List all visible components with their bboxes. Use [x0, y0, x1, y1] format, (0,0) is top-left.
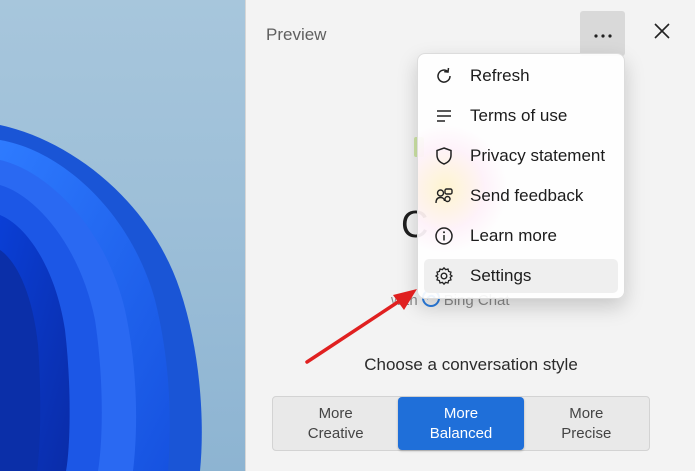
close-button[interactable] [643, 14, 681, 52]
menu-item-label: Terms of use [470, 106, 568, 125]
style-option-balanced[interactable]: More Balanced [398, 397, 524, 450]
shield-icon [433, 145, 455, 167]
style-option-line1: More [318, 404, 353, 422]
gear-icon [433, 265, 455, 287]
list-lines-icon [433, 105, 455, 127]
more-horizontal-icon [593, 25, 612, 43]
menu-item-label: Learn more [470, 226, 557, 245]
info-icon [433, 225, 455, 247]
style-option-line1: More [443, 404, 479, 422]
style-option-line2: Balanced [429, 424, 493, 442]
menu-item-privacy-statement[interactable]: Privacy statement [424, 139, 618, 173]
menu-item-terms-of-use[interactable]: Terms of use [424, 99, 618, 133]
style-option-creative[interactable]: More Creative [273, 397, 398, 450]
desktop-wallpaper [0, 0, 245, 471]
more-options-menu: Refresh Terms of use Privacy statement S… [417, 53, 625, 299]
with-text: with [391, 291, 418, 309]
close-icon [654, 22, 670, 44]
menu-item-send-feedback[interactable]: Send feedback [424, 179, 618, 213]
refresh-icon [433, 65, 455, 87]
conversation-style-selector: More Creative More Balanced More Precise [272, 396, 650, 451]
panel-title: Preview [266, 25, 327, 44]
style-option-line1: More [569, 404, 604, 422]
menu-item-label: Send feedback [470, 186, 584, 205]
menu-item-label: Refresh [470, 66, 530, 85]
feedback-icon [433, 185, 455, 207]
menu-item-label: Settings [470, 266, 532, 285]
conversation-style-label: Choose a conversation style [364, 355, 578, 374]
menu-item-settings[interactable]: Settings [424, 259, 618, 293]
menu-item-refresh[interactable]: Refresh [424, 59, 618, 93]
menu-item-learn-more[interactable]: Learn more [424, 219, 618, 253]
style-option-precise[interactable]: More Precise [524, 397, 649, 450]
menu-item-label: Privacy statement [470, 146, 606, 165]
more-options-button[interactable] [580, 11, 625, 56]
style-option-line2: Precise [561, 424, 612, 442]
style-option-line2: Creative [307, 424, 364, 442]
